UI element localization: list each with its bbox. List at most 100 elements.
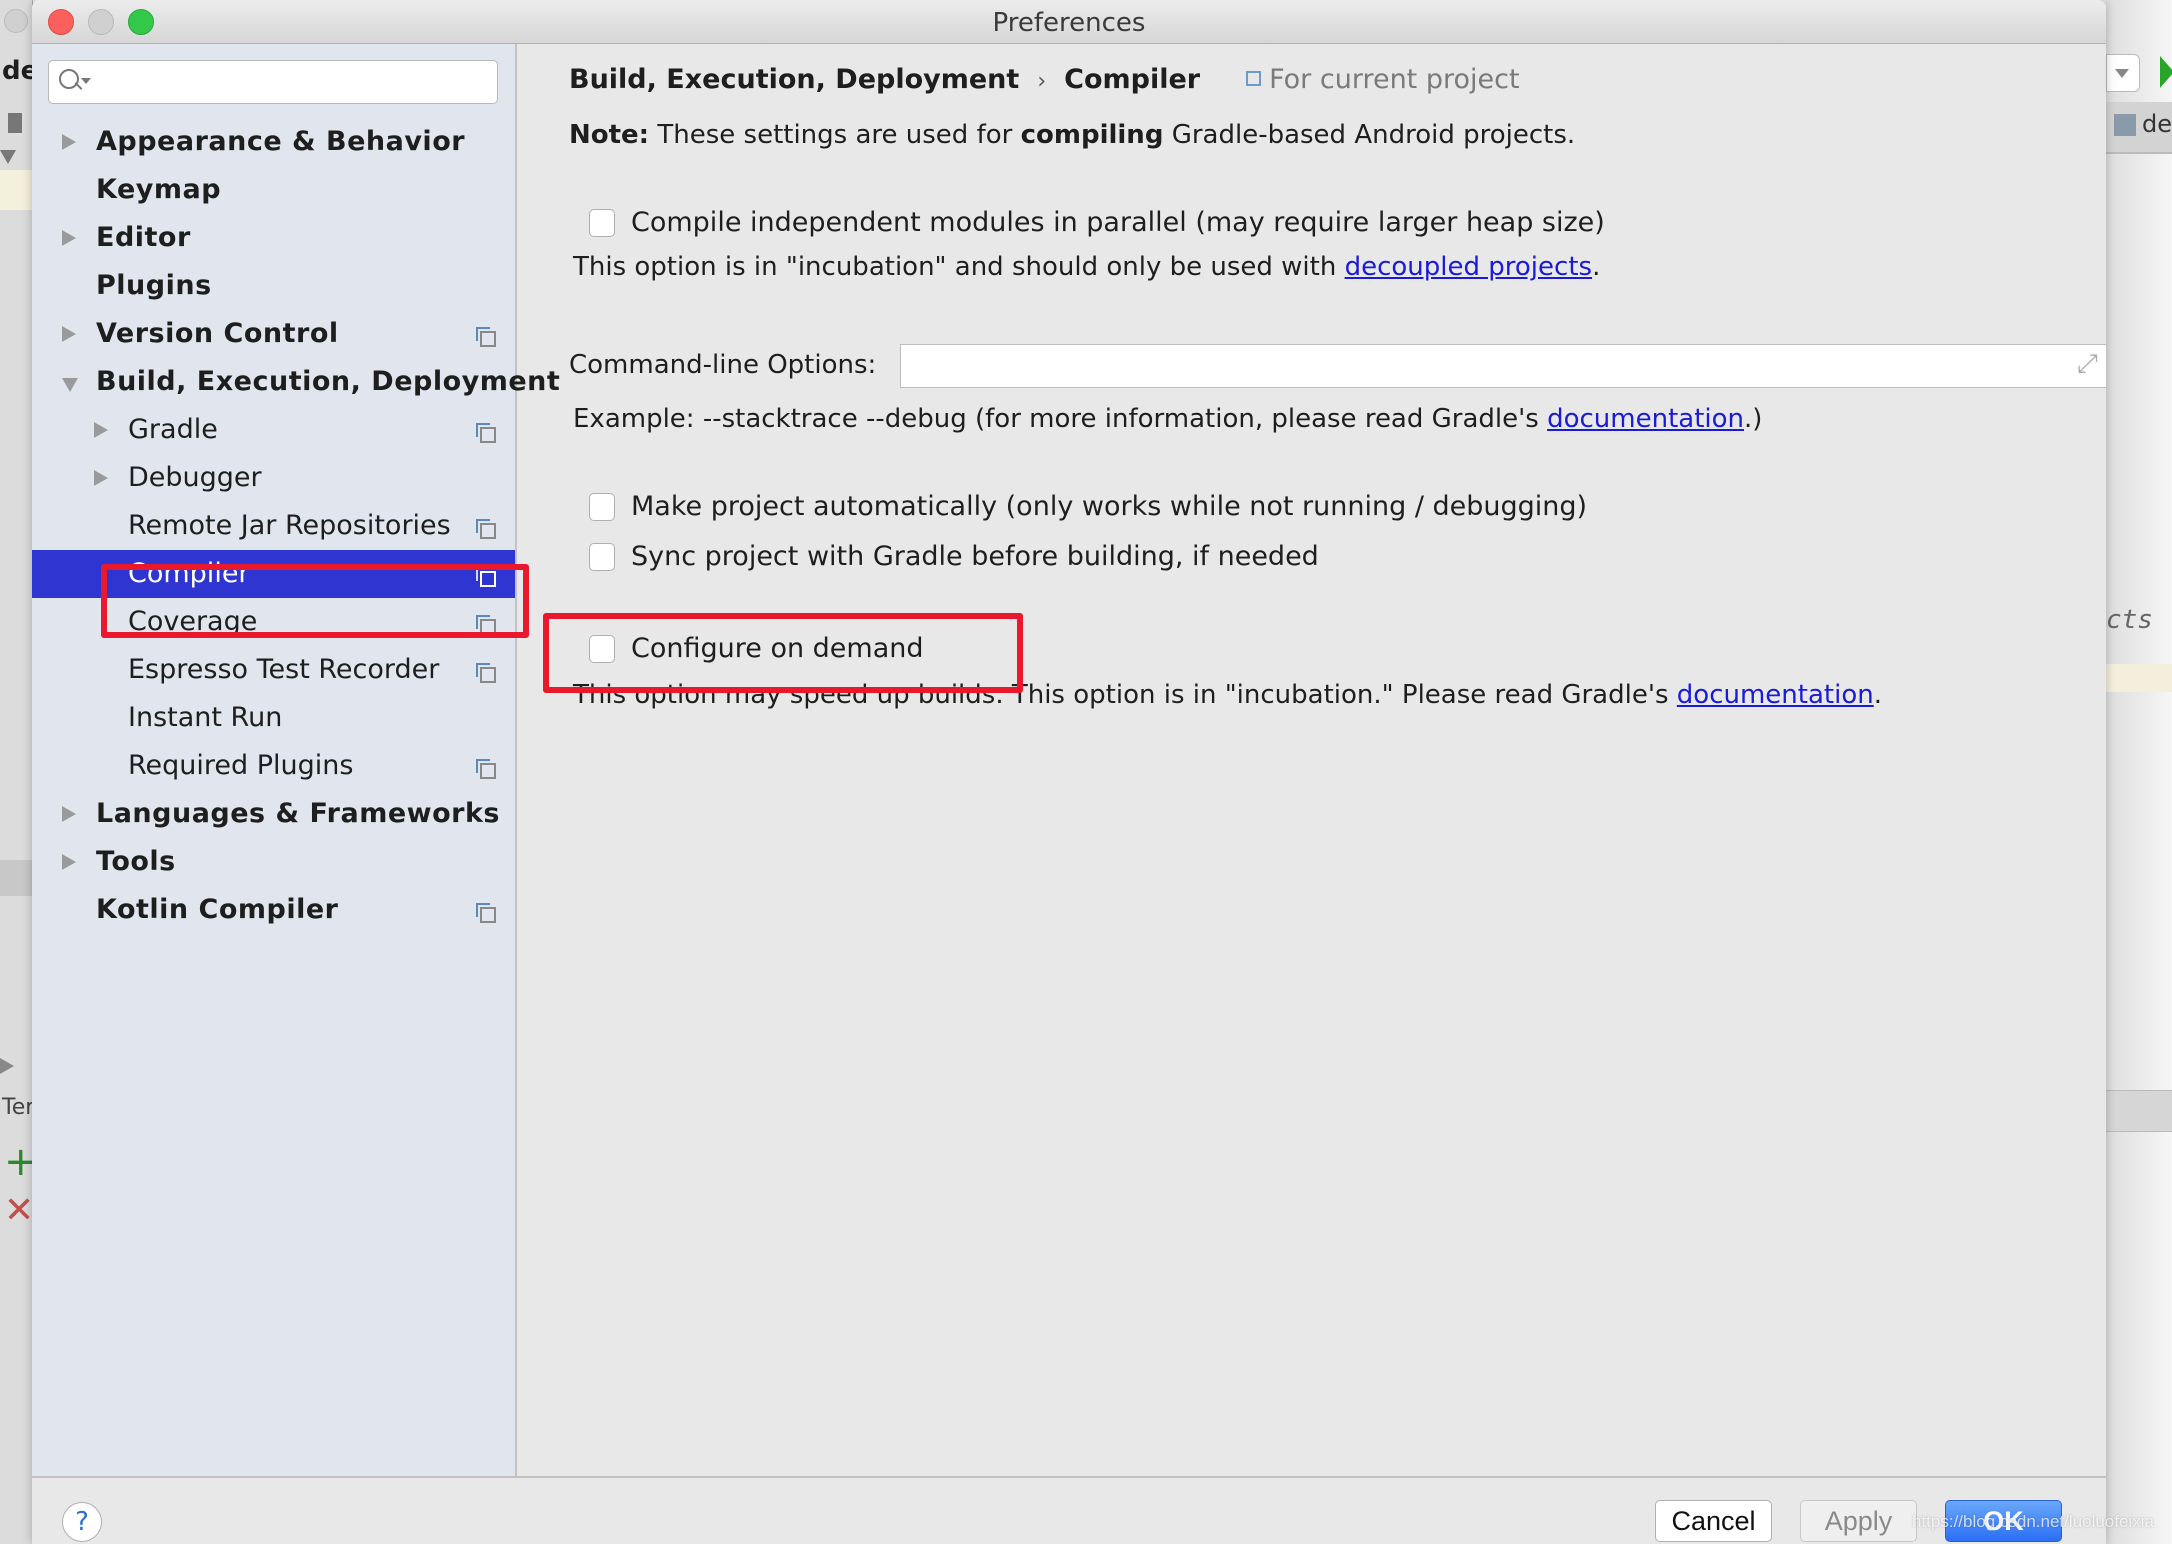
sidebar-item-debugger[interactable]: Debugger [32, 454, 515, 502]
sync-before-build-label[interactable]: Sync project with Gradle before building… [631, 540, 1319, 574]
sidebar-item-version-control[interactable]: Version Control [32, 310, 515, 358]
background-ide-left-strip: de Ter + ✕ [0, 0, 38, 1544]
command-line-options-label: Command-line Options: [569, 350, 877, 380]
sidebar-item-label: Remote Jar Repositories [128, 510, 451, 541]
note-text-part: These settings are used for [649, 120, 1021, 150]
sidebar-item-label: Plugins [96, 270, 212, 301]
sidebar-item-remote-jar-repositories[interactable]: Remote Jar Repositories [32, 502, 515, 550]
breadcrumb-separator-icon: › [1037, 69, 1047, 94]
configure-on-demand-hint: This option may speed up builds. This op… [573, 680, 1882, 710]
cancel-button[interactable]: Cancel [1655, 1500, 1772, 1542]
sidebar-item-appearance-behavior[interactable]: Appearance & Behavior [32, 118, 515, 166]
expand-icon[interactable] [2077, 349, 2101, 380]
dialog-footer: ? Cancel Apply OK [32, 1476, 2106, 1544]
sidebar-item-gradle[interactable]: Gradle [32, 406, 515, 454]
make-auto-label[interactable]: Make project automatically (only works w… [631, 490, 1587, 524]
sidebar-item-espresso-test-recorder[interactable]: Espresso Test Recorder [32, 646, 515, 694]
sidebar-item-build-execution-deployment[interactable]: Build, Execution, Deployment [32, 358, 560, 406]
command-line-options-input[interactable] [900, 344, 2106, 388]
sidebar-item-label: Version Control [96, 318, 339, 349]
hint-text: . [1592, 252, 1601, 282]
breadcrumb-parent: Build, Execution, Deployment [569, 64, 1020, 95]
sidebar-item-label: Gradle [128, 414, 218, 445]
sidebar-item-kotlin-compiler[interactable]: Kotlin Compiler [32, 886, 515, 934]
sidebar-item-compiler[interactable]: Compiler [32, 550, 515, 598]
sync-before-build-checkbox[interactable] [589, 543, 615, 571]
chevron-right-icon[interactable] [62, 854, 76, 870]
background-code-text: cts [2106, 605, 2153, 635]
background-window-button [4, 9, 28, 33]
hint-text: This option may speed up builds. This op… [573, 680, 1677, 710]
terminal-tab-label[interactable]: Ter [2, 1095, 34, 1120]
chevron-right-icon[interactable] [62, 230, 76, 246]
background-band [0, 860, 32, 896]
preferences-dialog: Preferences Appearance & Behavior Keymap E… [32, 0, 2106, 1544]
note-text: Note: These settings are used for compil… [569, 120, 1575, 150]
example-text: .) [1744, 404, 1763, 434]
run-config-dropdown[interactable] [2106, 54, 2140, 92]
documentation-link[interactable]: documentation [1677, 680, 1874, 710]
compiler-settings-panel: Build, Execution, Deployment › Compiler For… [517, 44, 2106, 1476]
sidebar-item-label: Build, Execution, Deployment [96, 366, 561, 397]
watermark: https://blog.csdn.net/luoluofeixia [1912, 1512, 2154, 1531]
chevron-down-icon[interactable] [62, 378, 78, 392]
chevron-right-icon[interactable] [62, 806, 76, 822]
project-scope-icon [476, 519, 496, 539]
project-scope-icon [1246, 71, 1262, 86]
documentation-link[interactable]: documentation [1547, 404, 1744, 434]
sidebar-item-label: Coverage [128, 606, 258, 637]
run-icon[interactable] [2160, 56, 2172, 88]
remove-icon[interactable]: ✕ [4, 1193, 34, 1229]
chevron-right-icon[interactable] [94, 470, 108, 486]
background-highlight [0, 170, 32, 210]
example-text: Example: --stacktrace --debug (for more … [573, 404, 1548, 434]
sidebar-item-editor[interactable]: Editor [32, 214, 515, 262]
project-scope-icon [476, 903, 496, 923]
background-folder-label: de [2142, 110, 2172, 138]
project-scope-icon [476, 327, 496, 347]
breadcrumb-current: Compiler [1064, 64, 1201, 95]
chevron-right-icon[interactable] [62, 326, 76, 342]
project-scope-icon [476, 615, 496, 635]
note-bold: compiling [1020, 120, 1164, 150]
parallel-hint: This option is in "incubation" and shoul… [573, 252, 1600, 282]
project-scope-icon [476, 663, 496, 683]
sidebar-item-label: Kotlin Compiler [96, 894, 339, 925]
parallel-compile-checkbox[interactable] [589, 209, 615, 237]
project-scope-icon [476, 423, 496, 443]
sidebar-item-languages-frameworks[interactable]: Languages & Frameworks [32, 790, 515, 838]
settings-search-input[interactable] [48, 60, 498, 104]
configure-on-demand-checkbox[interactable] [589, 635, 615, 663]
chevron-right-icon[interactable] [94, 422, 108, 438]
sidebar-item-label: Tools [96, 846, 176, 877]
apply-button[interactable]: Apply [1800, 1500, 1917, 1542]
help-button[interactable]: ? [62, 1502, 102, 1542]
decoupled-projects-link[interactable]: decoupled projects [1345, 252, 1592, 282]
sidebar-item-keymap[interactable]: Keymap [32, 166, 515, 214]
sidebar-item-coverage[interactable]: Coverage [32, 598, 515, 646]
title-bar[interactable]: Preferences [32, 0, 2106, 44]
configure-on-demand-label[interactable]: Configure on demand [631, 632, 924, 666]
sidebar-item-tools[interactable]: Tools [32, 838, 515, 886]
note-prefix: Note: [569, 120, 650, 150]
sidebar-item-label: Debugger [128, 462, 262, 493]
search-icon [59, 69, 79, 89]
breadcrumb: Build, Execution, Deployment › Compiler For… [569, 64, 1520, 95]
settings-sidebar: Appearance & Behavior Keymap Editor Plugins… [32, 44, 560, 1476]
sidebar-item-label: Editor [96, 222, 191, 253]
sidebar-item-required-plugins[interactable]: Required Plugins [32, 742, 515, 790]
project-scope-icon [476, 567, 496, 587]
background-band [2106, 1090, 2172, 1132]
sidebar-item-label: Compiler [128, 558, 250, 589]
search-options-caret-icon[interactable] [81, 78, 91, 84]
sidebar-item-label: Appearance & Behavior [96, 126, 466, 157]
chevron-right-icon[interactable] [62, 134, 76, 150]
parallel-compile-label[interactable]: Compile independent modules in parallel … [631, 206, 1605, 240]
sidebar-item-label: Keymap [96, 174, 222, 205]
make-auto-checkbox[interactable] [589, 493, 615, 521]
window-title: Preferences [992, 8, 1146, 38]
sidebar-item-label: Languages & Frameworks [96, 798, 501, 829]
hint-text: This option is in "incubation" and shoul… [573, 252, 1345, 282]
sidebar-item-instant-run[interactable]: Instant Run [32, 694, 515, 742]
sidebar-item-plugins[interactable]: Plugins [32, 262, 515, 310]
